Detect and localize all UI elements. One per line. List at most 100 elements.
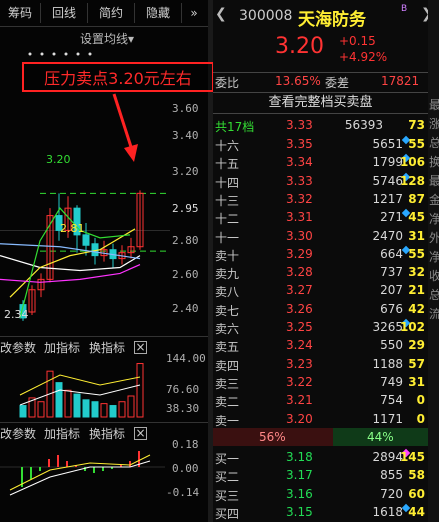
ask-row[interactable]: 卖六 3.25 3265 102 [213, 318, 439, 336]
ask-row[interactable]: 卖三 3.22 749 31 [213, 374, 439, 391]
level-label: 买四 [215, 506, 240, 521]
volume-bar [109, 405, 117, 418]
level-price: 3.35 [286, 137, 313, 151]
params-button[interactable]: 改参数 [0, 339, 36, 356]
volume-bar [82, 399, 90, 418]
level-count: 145 [399, 450, 425, 464]
level-count: 45 [408, 210, 425, 225]
level-count: 42 [408, 301, 425, 316]
level-count: 55 [408, 246, 425, 261]
moving-average-line [9, 228, 136, 298]
ask-row[interactable]: 卖七 3.26 676 42 [213, 301, 439, 318]
volume-bar [55, 382, 63, 418]
sell-pct: 56% [259, 430, 286, 444]
quote-panel: ❮ 300008 天海防务 B ❯ 3.20 +0.15 +4.92% 委比 1… [213, 0, 439, 522]
side-strip-label: 收 [429, 269, 439, 283]
ma-value-label: 2.81 [60, 222, 85, 235]
divider [213, 72, 428, 73]
bid-row[interactable]: 买一 3.18 2894 145 [213, 448, 439, 466]
ask-row[interactable]: 卖五 3.24 550 29 [213, 337, 439, 354]
level-price: 3.32 [286, 191, 313, 206]
level-count: 31 [408, 228, 425, 243]
level-price: 3.16 [286, 486, 313, 501]
level-volume: 1799 [372, 155, 403, 170]
level-count: 32 [408, 265, 425, 280]
full-book-button[interactable]: 查看完整档买卖盘 [213, 94, 428, 112]
close-icon[interactable]: × [134, 341, 147, 354]
level-count: 55 [408, 137, 425, 151]
level-volume: 720 [380, 486, 403, 501]
low-price-label: 2.34 [4, 308, 29, 321]
ask-row[interactable]: 卖十 3.29 664 55 [213, 245, 439, 263]
prev-stock-icon[interactable]: ❮ [215, 6, 227, 22]
side-strip-label: 涨 [429, 117, 439, 131]
price-change-pct: +4.92% [339, 50, 388, 64]
tab-backline[interactable]: 回线 [41, 3, 88, 23]
price-tick-label: 2.80 [172, 234, 199, 247]
price-tick-label: 2.40 [172, 302, 199, 315]
level-count: 0 [416, 411, 425, 426]
side-strip-label: 流 [429, 307, 439, 321]
tab-chips[interactable]: 筹码 [0, 3, 41, 23]
level-count: 60 [408, 486, 425, 501]
level-price: 3.33 [286, 173, 313, 188]
add-indicator-button[interactable]: 加指标 [44, 339, 80, 356]
ask-row[interactable]: 十五 3.34 1799 106 [213, 154, 439, 171]
marker-dot [52, 52, 56, 56]
divider [0, 336, 208, 337]
ask-row[interactable]: 十二 3.31 271 45 [213, 208, 439, 227]
level-count: 44 [408, 504, 425, 519]
level-volume: 676 [380, 301, 403, 316]
side-strip-label: 总 [429, 136, 439, 150]
ask-row[interactable]: 卖二 3.21 754 0 [213, 392, 439, 409]
level-label: 卖十 [215, 248, 240, 263]
level-label: 卖一 [215, 413, 240, 428]
level-label: 卖三 [215, 376, 240, 391]
ask-row[interactable]: 十一 3.30 2470 31 [213, 228, 439, 245]
level-volume: 1217 [372, 191, 403, 206]
volume-bar [64, 389, 72, 418]
volume-bar [73, 393, 81, 418]
level-volume: 2894 [372, 450, 403, 464]
stock-name: 天海防务 [298, 10, 366, 30]
ask-row[interactable]: 卖八 3.27 207 21 [213, 282, 439, 299]
level-label: 买二 [215, 470, 240, 485]
bid-row[interactable]: 买四 3.15 1618 44 [213, 503, 439, 521]
bid-row[interactable]: 买三 3.16 720 60 [213, 486, 439, 503]
level-label: 卖六 [215, 322, 240, 336]
level-label: 卖七 [215, 303, 240, 318]
level-count: 0 [416, 393, 425, 408]
level-count: 58 [408, 468, 425, 483]
level-volume: 1171 [372, 411, 403, 426]
ask-row[interactable]: 卖四 3.23 1188 57 [213, 356, 439, 373]
side-strip-label: 最 [429, 174, 439, 188]
marker-dot [64, 52, 68, 56]
volume-bar [136, 363, 144, 418]
level-count: 128 [399, 173, 425, 188]
ask-row[interactable]: 十三 3.32 1217 87 [213, 191, 439, 208]
divider [213, 92, 428, 93]
ask-row[interactable]: 十四 3.33 5746 128 [213, 172, 439, 190]
level-label: 十二 [215, 212, 240, 227]
side-strip-label: 总 [429, 288, 439, 302]
ask-row[interactable]: 卖九 3.28 737 32 [213, 264, 439, 281]
level-volume: 3265 [372, 320, 403, 334]
level-volume: 271 [380, 210, 403, 225]
bid-ratio-value: 13.65% [275, 74, 321, 88]
annotation-arrow [112, 93, 138, 162]
tab-more-icon[interactable]: » [182, 3, 206, 23]
level-volume: 207 [380, 283, 403, 298]
bid-row[interactable]: 买二 3.17 855 58 [213, 467, 439, 484]
level-price: 3.27 [286, 283, 313, 298]
tab-simple[interactable]: 简约 [88, 3, 135, 23]
tab-hide[interactable]: 隐藏 [135, 3, 182, 23]
level-price: 3.20 [286, 411, 313, 426]
ask-row[interactable]: 卖一 3.20 1171 0 [213, 411, 439, 428]
level-label: 十六 [215, 139, 240, 153]
level-count: 102 [399, 320, 425, 334]
side-strip-label: 净 [429, 250, 439, 264]
ask-row[interactable]: 十六 3.35 5651 55 [213, 135, 439, 153]
level-volume: 749 [380, 374, 403, 389]
level-count: 57 [408, 356, 425, 371]
switch-indicator-button[interactable]: 换指标 [89, 339, 125, 356]
